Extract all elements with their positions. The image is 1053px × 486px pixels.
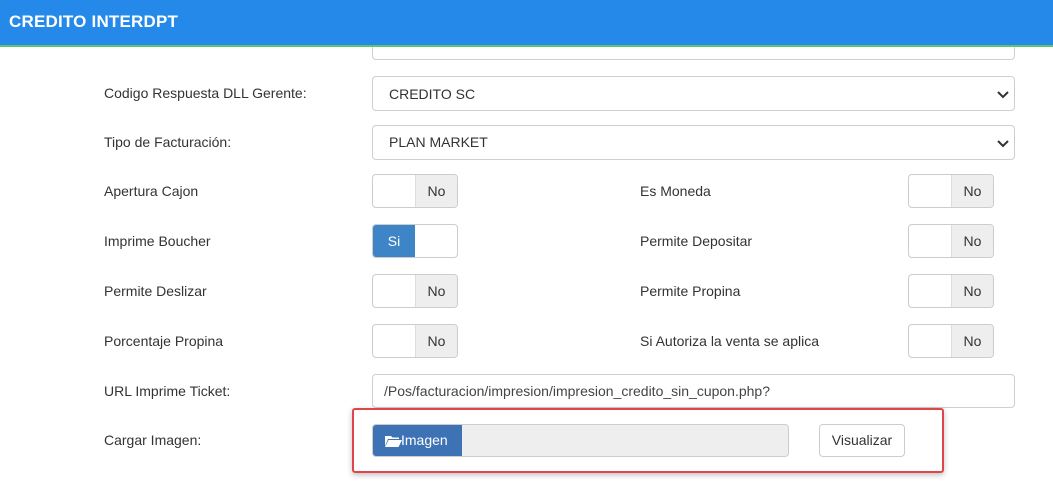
imprime-boucher-toggle[interactable]: Si	[372, 224, 458, 258]
es-moneda-label: Es Moneda	[640, 183, 711, 199]
permite-propina-toggle[interactable]: No	[908, 274, 994, 308]
url-imprime-label: URL Imprime Ticket:	[104, 383, 231, 399]
folder-open-icon	[385, 436, 402, 447]
imagen-button-label: Imagen	[401, 432, 448, 448]
image-file-input[interactable]: Imagen	[372, 424, 789, 457]
codigo-respuesta-select[interactable]: CREDITO SC	[372, 76, 1015, 111]
porcentaje-propina-toggle[interactable]: No	[372, 324, 458, 358]
permite-depositar-toggle[interactable]: No	[908, 224, 994, 258]
apertura-cajon-label: Apertura Cajon	[104, 183, 199, 199]
imagen-browse-button[interactable]: Imagen	[373, 425, 462, 456]
toggle-no-state: No	[415, 275, 457, 307]
imprime-boucher-label: Imprime Boucher	[104, 233, 211, 249]
si-autoriza-label: Si Autoriza la venta se aplica	[640, 333, 819, 349]
toggle-no-state: No	[951, 175, 993, 207]
es-moneda-toggle[interactable]: No	[908, 174, 994, 208]
toggle-si-state: Si	[373, 225, 415, 257]
cargar-imagen-label: Cargar Imagen:	[104, 432, 202, 448]
codigo-respuesta-value: CREDITO SC	[389, 86, 476, 102]
apertura-cajon-toggle[interactable]: No	[372, 174, 458, 208]
page-title: CREDITO INTERDPT	[9, 12, 179, 31]
toggle-no-state: No	[415, 325, 457, 357]
toggle-no-state: No	[951, 225, 993, 257]
visualizar-button[interactable]: Visualizar	[819, 424, 905, 457]
url-imprime-input[interactable]: /Pos/facturacion/impresion/impresion_cre…	[372, 374, 1015, 408]
toggle-no-state: No	[951, 275, 993, 307]
porcentaje-propina-label: Porcentaje Propina	[104, 333, 224, 349]
permite-depositar-label: Permite Depositar	[640, 233, 753, 249]
permite-deslizar-toggle[interactable]: No	[372, 274, 458, 308]
tipo-facturacion-label: Tipo de Facturación:	[104, 134, 232, 150]
app-header: CREDITO INTERDPT	[0, 0, 1053, 47]
permite-propina-label: Permite Propina	[640, 283, 741, 299]
chevron-down-icon	[997, 91, 1009, 99]
codigo-respuesta-label: Codigo Respuesta DLL Gerente:	[104, 85, 307, 101]
url-imprime-value: /Pos/facturacion/impresion/impresion_cre…	[384, 383, 770, 399]
si-autoriza-toggle[interactable]: No	[908, 324, 994, 358]
toggle-no-state: No	[415, 175, 457, 207]
chevron-down-icon	[997, 140, 1009, 148]
permite-deslizar-label: Permite Deslizar	[104, 283, 207, 299]
tipo-facturacion-value: PLAN MARKET	[389, 134, 488, 150]
tipo-facturacion-select[interactable]: PLAN MARKET	[372, 125, 1015, 160]
toggle-no-state: No	[951, 325, 993, 357]
